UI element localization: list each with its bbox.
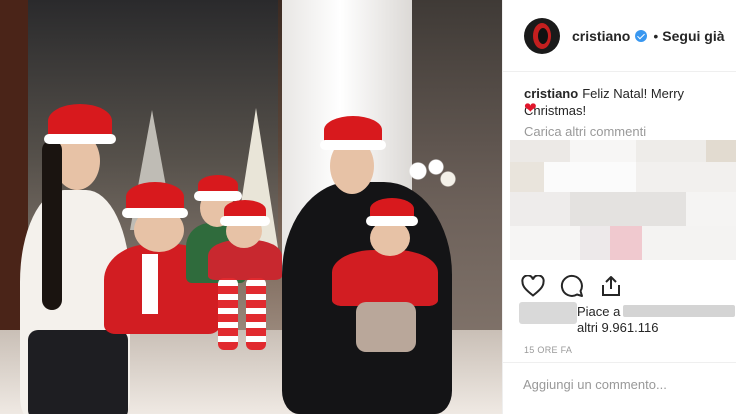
verified-badge-icon [635, 29, 648, 42]
blurred-comments [510, 140, 736, 260]
share-icon[interactable] [598, 273, 624, 299]
liker-name-blurred[interactable] [623, 305, 736, 317]
instagram-post: cristiano • Segui già cristiano Feliz Nat… [0, 0, 736, 414]
separator-dot: • [653, 27, 659, 44]
heart-emoji: ❤ [524, 100, 537, 117]
username-link[interactable]: cristiano [572, 28, 630, 44]
post-timestamp[interactable]: 15 ORE FA [524, 345, 572, 355]
following-button[interactable]: Segui già [662, 28, 724, 44]
post-photo[interactable] [0, 0, 502, 414]
post-header: cristiano • Segui già [503, 0, 736, 72]
post-actions [520, 273, 624, 299]
likes-line: Piace ae [577, 304, 736, 320]
likes-prefix: Piace a [577, 304, 621, 319]
person-baby-right [332, 198, 442, 368]
post-caption: cristiano Feliz Natal! Merry Christmas! [524, 85, 734, 119]
comment-form [502, 362, 736, 414]
comment-icon[interactable] [559, 273, 585, 299]
load-more-comments-link[interactable]: Carica altri commenti [524, 124, 646, 139]
comment-input[interactable] [523, 377, 723, 392]
liker-avatars[interactable] [519, 302, 577, 324]
heart-icon[interactable] [520, 273, 546, 299]
caption-username-link[interactable]: cristiano [524, 86, 578, 101]
avatar[interactable] [524, 17, 560, 54]
likes-others-link[interactable]: altri 9.961.116 [577, 320, 658, 336]
